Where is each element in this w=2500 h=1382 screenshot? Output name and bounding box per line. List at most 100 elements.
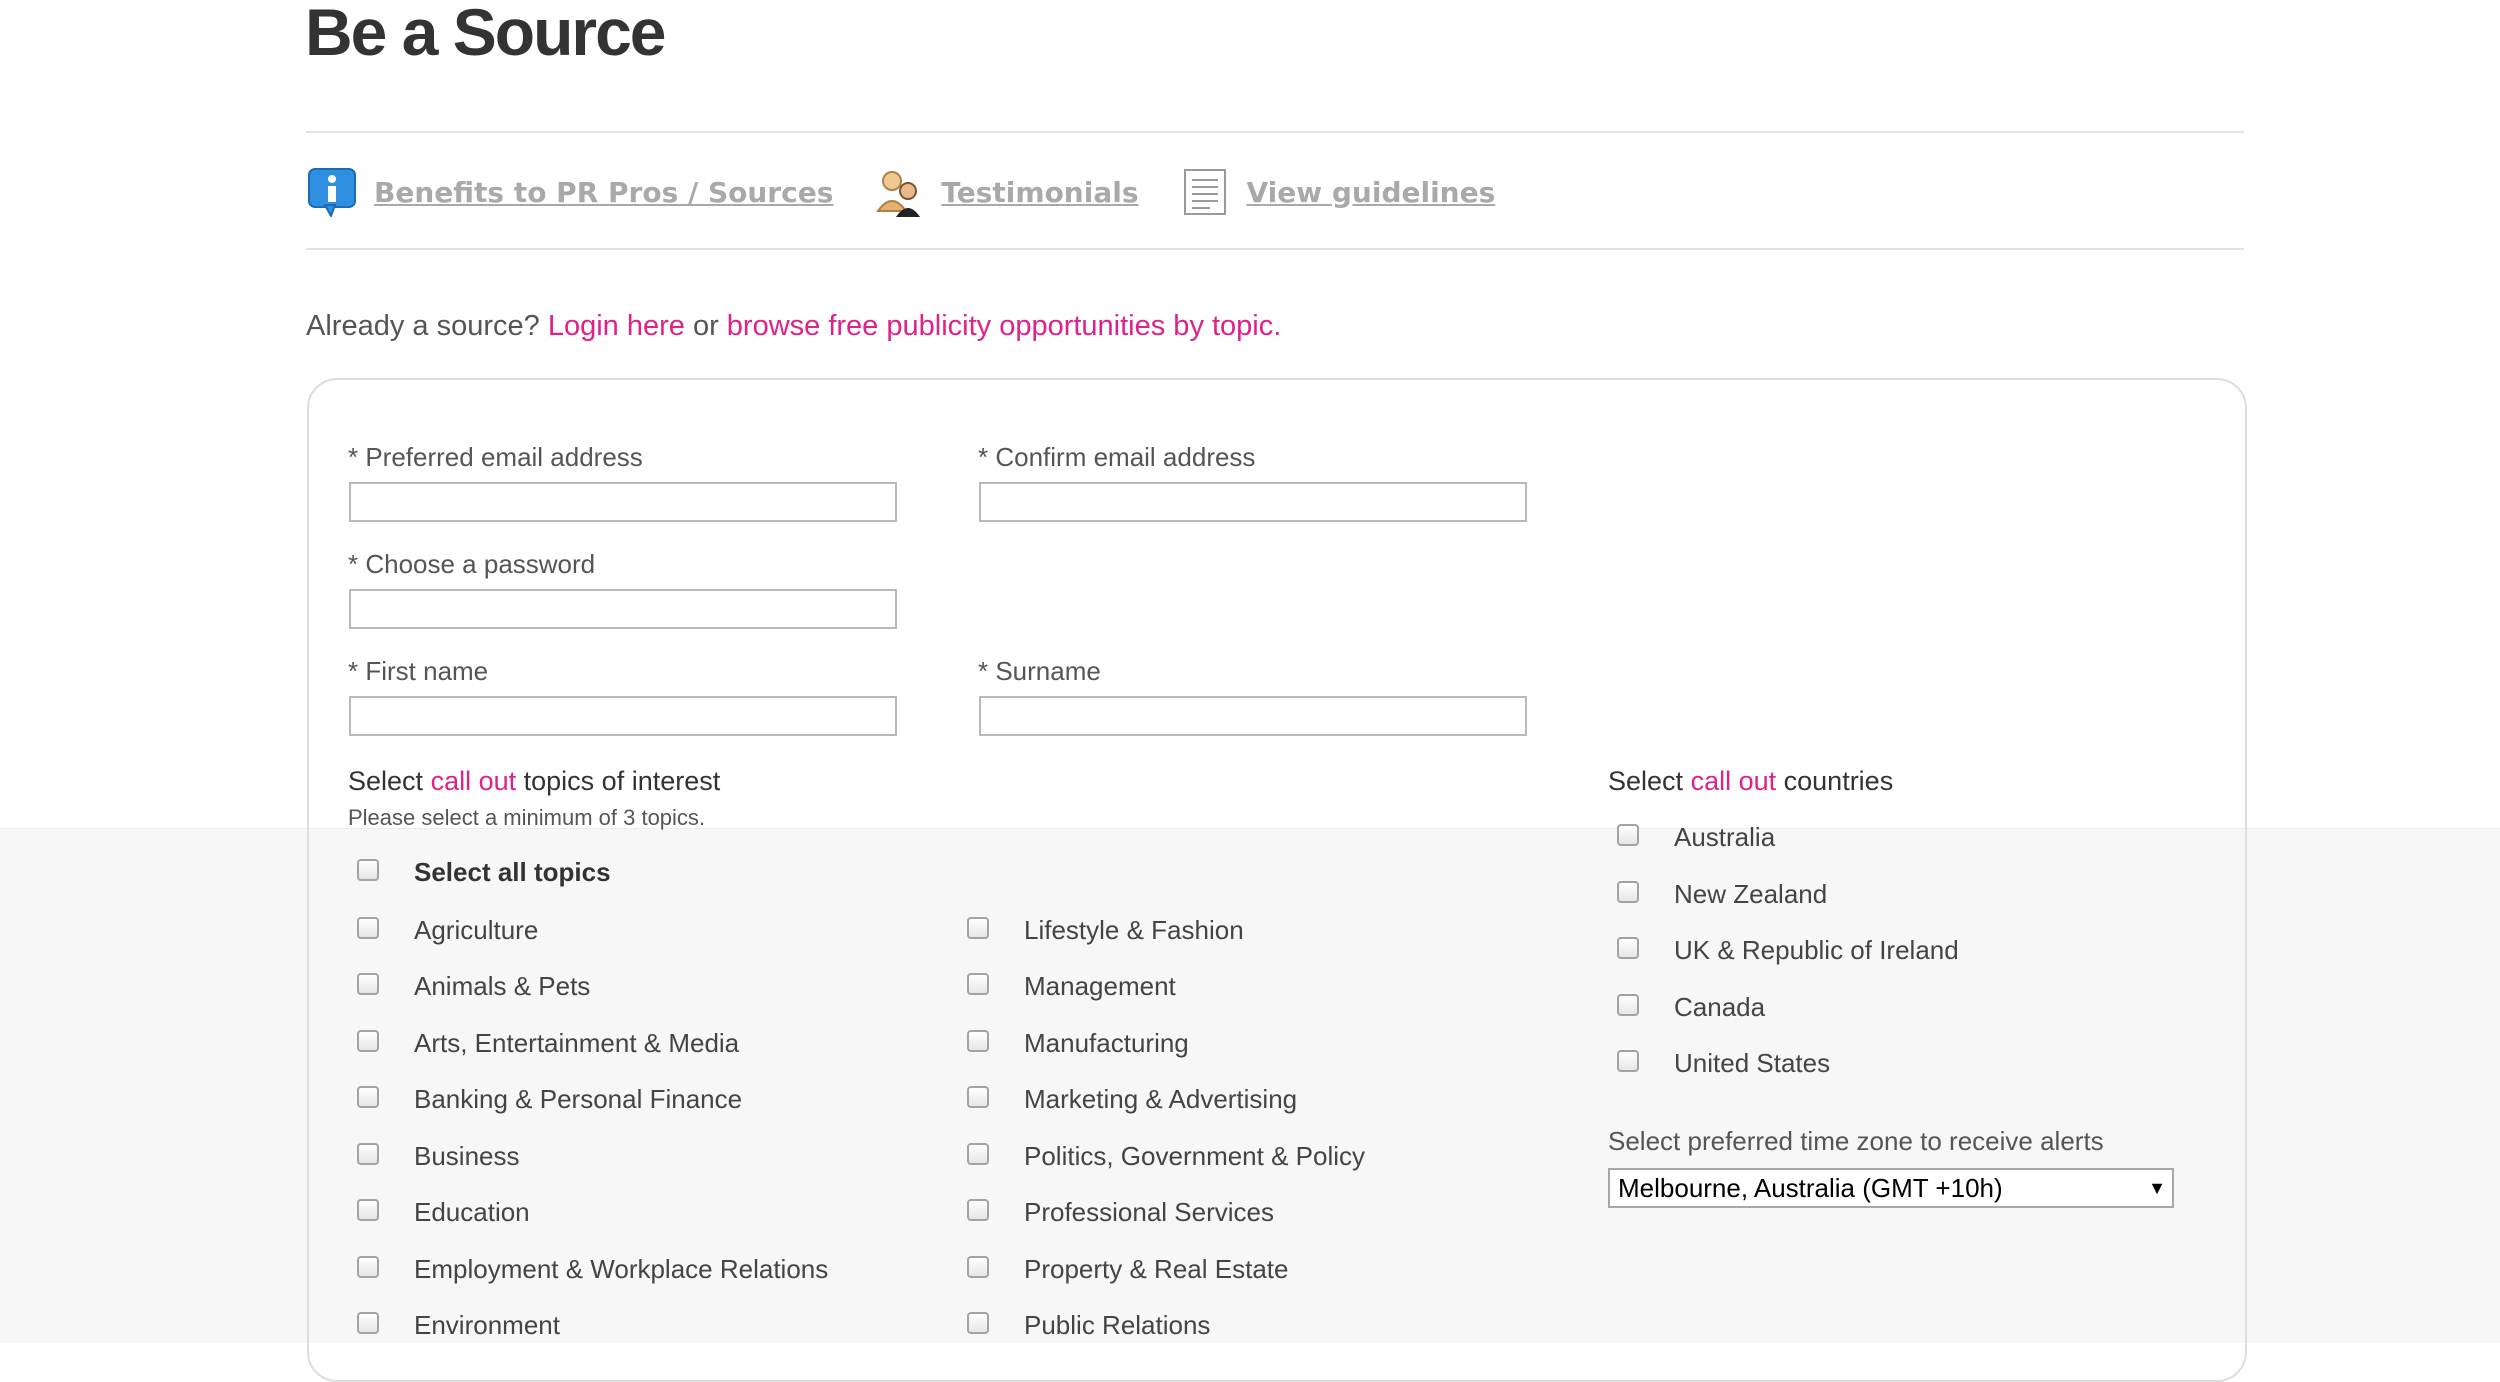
topic-checkbox[interactable]: Arts, Entertainment & Media	[357, 1028, 739, 1059]
checkbox[interactable]	[357, 1198, 379, 1221]
email-field[interactable]	[349, 482, 897, 522]
checkbox[interactable]	[357, 916, 379, 939]
checkbox[interactable]	[357, 1142, 379, 1165]
topic-label: Animals & Pets	[414, 971, 591, 1001]
topic-checkbox[interactable]: Marketing & Advertising	[967, 1084, 1297, 1115]
topic-checkbox[interactable]: Environment	[357, 1310, 560, 1341]
email-label: * Preferred email address	[348, 442, 643, 472]
topic-checkbox[interactable]: Politics, Government & Policy	[967, 1141, 1365, 1172]
topic-checkbox[interactable]: Manufacturing	[967, 1028, 1189, 1059]
benefits-link[interactable]: Benefits to PR Pros / Sources	[306, 166, 833, 218]
browse-opportunities-link[interactable]: browse free publicity opportunities by t…	[727, 310, 1282, 342]
topic-label: Environment	[414, 1310, 560, 1340]
country-checkbox[interactable]: Australia	[1617, 822, 1775, 853]
checkbox[interactable]	[967, 1311, 989, 1334]
country-checkbox[interactable]: UK & Republic of Ireland	[1617, 935, 1959, 966]
topic-checkbox[interactable]: Education	[357, 1197, 530, 1228]
topic-checkbox[interactable]: Professional Services	[967, 1197, 1274, 1228]
checkbox[interactable]	[1617, 936, 1639, 959]
checkbox[interactable]	[967, 972, 989, 995]
country-checkbox[interactable]: Canada	[1617, 992, 1765, 1023]
password-label: * Choose a password	[348, 549, 596, 579]
testimonials-link[interactable]: Testimonials	[873, 166, 1139, 218]
countries-title-prefix: Select	[1608, 766, 1684, 796]
select-all-topics-checkbox[interactable]: Select all topics	[357, 857, 611, 888]
topic-checkbox[interactable]: Animals & Pets	[357, 971, 590, 1002]
password-field[interactable]	[349, 589, 897, 629]
checkbox[interactable]	[967, 1085, 989, 1108]
timezone-label: Select preferred time zone to receive al…	[1608, 1126, 2104, 1156]
checkbox[interactable]	[1617, 880, 1639, 903]
checkbox[interactable]	[1617, 993, 1639, 1016]
checkbox[interactable]	[357, 1311, 379, 1334]
checkbox[interactable]	[967, 1142, 989, 1165]
checkbox[interactable]	[357, 972, 379, 995]
surname-field[interactable]	[979, 696, 1527, 736]
guidelines-link-label: View guidelines	[1246, 175, 1496, 209]
document-icon	[1179, 166, 1231, 218]
checkbox[interactable]	[357, 1255, 379, 1278]
checkbox[interactable]	[967, 1029, 989, 1052]
country-label: UK & Republic of Ireland	[1674, 935, 1959, 965]
topic-checkbox[interactable]: Employment & Workplace Relations	[357, 1254, 828, 1285]
checkbox[interactable]	[357, 1029, 379, 1052]
topic-checkbox[interactable]: Business	[357, 1141, 520, 1172]
checkbox[interactable]	[357, 858, 379, 881]
dropdown-arrow-icon: ▼	[2148, 1177, 2166, 1198]
country-label: United States	[1674, 1048, 1831, 1078]
benefits-link-label: Benefits to PR Pros / Sources	[374, 175, 834, 209]
topic-label: Politics, Government & Policy	[1024, 1141, 1366, 1171]
first-name-field[interactable]	[349, 696, 897, 736]
select-all-topics-label: Select all topics	[414, 857, 611, 887]
surname-label: * Surname	[978, 656, 1101, 686]
timezone-select[interactable]: Melbourne, Australia (GMT +10h) ▼	[1608, 1168, 2174, 1208]
topic-label: Business	[414, 1141, 520, 1171]
topics-title-prefix: Select	[348, 766, 424, 796]
already-source-prefix: Already a source?	[306, 310, 540, 342]
already-source-or: or	[692, 310, 719, 342]
countries-title: Select call out countries	[1608, 766, 1893, 797]
topic-label: Property & Real Estate	[1024, 1254, 1289, 1284]
topic-label: Agriculture	[414, 915, 539, 945]
first-name-label: * First name	[348, 656, 489, 686]
confirm-email-label: * Confirm email address	[978, 442, 1256, 472]
topic-checkbox[interactable]: Management	[967, 971, 1176, 1002]
topic-checkbox[interactable]: Banking & Personal Finance	[357, 1084, 742, 1115]
topic-checkbox[interactable]: Agriculture	[357, 915, 538, 946]
bottom-divider	[306, 248, 2244, 250]
topics-title-suffix: topics of interest	[523, 766, 721, 796]
guidelines-link[interactable]: View guidelines	[1179, 166, 1496, 218]
topic-label: Public Relations	[1024, 1310, 1211, 1340]
topic-label: Arts, Entertainment & Media	[414, 1028, 740, 1058]
topic-label: Management	[1024, 971, 1176, 1001]
checkbox[interactable]	[967, 916, 989, 939]
topic-label: Employment & Workplace Relations	[414, 1254, 829, 1284]
login-link[interactable]: Login here	[548, 310, 685, 342]
checkbox[interactable]	[967, 1198, 989, 1221]
countries-title-highlight: call out	[1690, 766, 1777, 796]
topics-title: Select call out topics of interest	[348, 766, 720, 797]
topics-hint: Please select a minimum of 3 topics.	[348, 805, 706, 830]
topic-label: Lifestyle & Fashion	[1024, 915, 1244, 945]
topic-checkbox[interactable]: Property & Real Estate	[967, 1254, 1288, 1285]
country-label: New Zealand	[1674, 879, 1828, 909]
country-label: Australia	[1674, 822, 1776, 852]
topic-label: Education	[414, 1197, 530, 1227]
checkbox[interactable]	[1617, 1049, 1639, 1072]
country-checkbox[interactable]: United States	[1617, 1048, 1830, 1079]
quick-links-bar: Benefits to PR Pros / Sources Testimonia…	[306, 164, 1535, 220]
country-checkbox[interactable]: New Zealand	[1617, 879, 1827, 910]
checkbox[interactable]	[357, 1085, 379, 1108]
page-title: Be a Source	[305, 0, 666, 69]
confirm-email-field[interactable]	[979, 482, 1527, 522]
topic-checkbox[interactable]: Public Relations	[967, 1310, 1210, 1341]
country-label: Canada	[1674, 992, 1766, 1022]
checkbox[interactable]	[1617, 823, 1639, 846]
topics-title-highlight: call out	[430, 766, 517, 796]
testimonials-link-label: Testimonials	[941, 175, 1139, 209]
topic-label: Banking & Personal Finance	[414, 1084, 743, 1114]
topic-label: Professional Services	[1024, 1197, 1274, 1227]
checkbox[interactable]	[967, 1255, 989, 1278]
people-icon	[873, 166, 925, 218]
topic-checkbox[interactable]: Lifestyle & Fashion	[967, 915, 1244, 946]
